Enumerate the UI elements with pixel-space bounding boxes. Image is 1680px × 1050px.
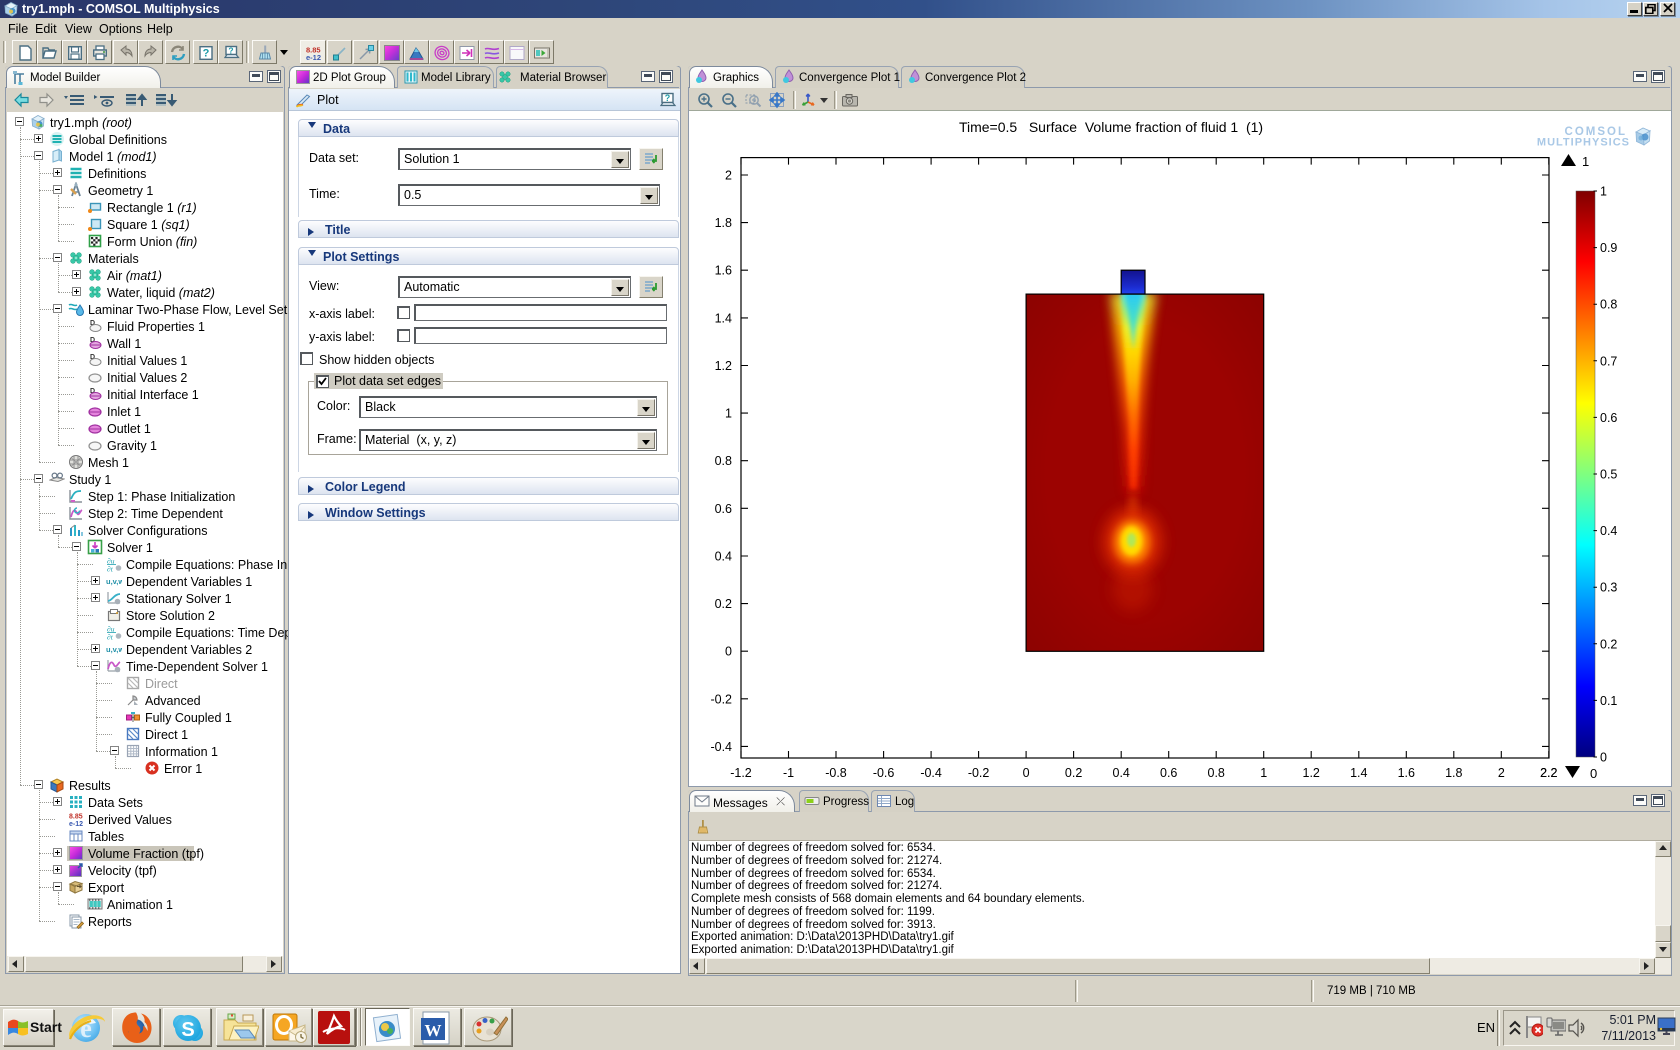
svg-text:8.85: 8.85 bbox=[69, 814, 83, 821]
svg-text:?: ? bbox=[665, 93, 671, 103]
svg-text:0.2: 0.2 bbox=[1600, 637, 1617, 651]
svg-text:0: 0 bbox=[1590, 766, 1597, 781]
svg-text:0.1: 0.1 bbox=[1600, 694, 1617, 708]
svg-text:0.9: 0.9 bbox=[1600, 241, 1617, 255]
svg-text:0.7: 0.7 bbox=[1600, 354, 1617, 368]
svg-text:1: 1 bbox=[1260, 766, 1267, 780]
svg-text:-1: -1 bbox=[783, 766, 794, 780]
svg-text:-0.2: -0.2 bbox=[968, 766, 990, 780]
svg-text:1: 1 bbox=[725, 407, 732, 421]
svg-text:1.2: 1.2 bbox=[715, 359, 732, 373]
svg-text:0.3: 0.3 bbox=[1600, 581, 1617, 595]
svg-text:-0.4: -0.4 bbox=[920, 766, 942, 780]
svg-text:W: W bbox=[425, 1021, 442, 1040]
svg-text:0.4: 0.4 bbox=[1113, 766, 1130, 780]
svg-text:0.8: 0.8 bbox=[715, 454, 732, 468]
svg-text:∂t: ∂t bbox=[107, 633, 114, 641]
svg-text:0.6: 0.6 bbox=[1160, 766, 1177, 780]
svg-text:u,v,w: u,v,w bbox=[106, 577, 122, 586]
svg-text:Time=0.5 Surface Volume fra: Time=0.5 Surface Volume fraction of flui… bbox=[959, 119, 1263, 135]
svg-text:0: 0 bbox=[725, 645, 732, 659]
svg-text:1.8: 1.8 bbox=[1445, 766, 1462, 780]
svg-text:0.6: 0.6 bbox=[1600, 411, 1617, 425]
svg-text:1.8: 1.8 bbox=[715, 216, 732, 230]
svg-text:?: ? bbox=[203, 48, 210, 60]
svg-text:1: 1 bbox=[1600, 185, 1607, 199]
svg-text:e-12: e-12 bbox=[306, 53, 321, 62]
svg-text:e-12: e-12 bbox=[69, 821, 83, 827]
svg-text:0: 0 bbox=[1023, 766, 1030, 780]
svg-text:0.8: 0.8 bbox=[1600, 298, 1617, 312]
svg-text:2: 2 bbox=[1498, 766, 1505, 780]
svg-text:0.2: 0.2 bbox=[1065, 766, 1082, 780]
svg-text:S: S bbox=[181, 1019, 194, 1041]
svg-text:-0.2: -0.2 bbox=[710, 692, 732, 706]
svg-text:2.2: 2.2 bbox=[1540, 766, 1557, 780]
svg-text:MULTIPHYSICS: MULTIPHYSICS bbox=[1537, 137, 1630, 149]
svg-text:0: 0 bbox=[1600, 751, 1607, 765]
svg-text:1.6: 1.6 bbox=[1398, 766, 1415, 780]
svg-text:-1.2: -1.2 bbox=[730, 766, 752, 780]
svg-text:0.6: 0.6 bbox=[715, 502, 732, 516]
svg-text:u,v,w: u,v,w bbox=[106, 645, 122, 654]
svg-text:∂t: ∂t bbox=[107, 565, 114, 573]
svg-text:0.4: 0.4 bbox=[1600, 524, 1617, 538]
svg-text:0.4: 0.4 bbox=[715, 550, 732, 564]
svg-text:2: 2 bbox=[725, 169, 732, 183]
svg-text:0.5: 0.5 bbox=[1600, 468, 1617, 482]
svg-text:1.6: 1.6 bbox=[715, 264, 732, 278]
svg-text:0.8: 0.8 bbox=[1208, 766, 1225, 780]
svg-text:1.4: 1.4 bbox=[715, 311, 732, 325]
svg-text:1.2: 1.2 bbox=[1303, 766, 1320, 780]
svg-text:-0.4: -0.4 bbox=[710, 740, 732, 754]
svg-text:-0.8: -0.8 bbox=[825, 766, 847, 780]
svg-text:1.4: 1.4 bbox=[1350, 766, 1367, 780]
svg-text:0.2: 0.2 bbox=[715, 597, 732, 611]
svg-text:1: 1 bbox=[1582, 154, 1589, 169]
svg-text:-0.6: -0.6 bbox=[873, 766, 895, 780]
